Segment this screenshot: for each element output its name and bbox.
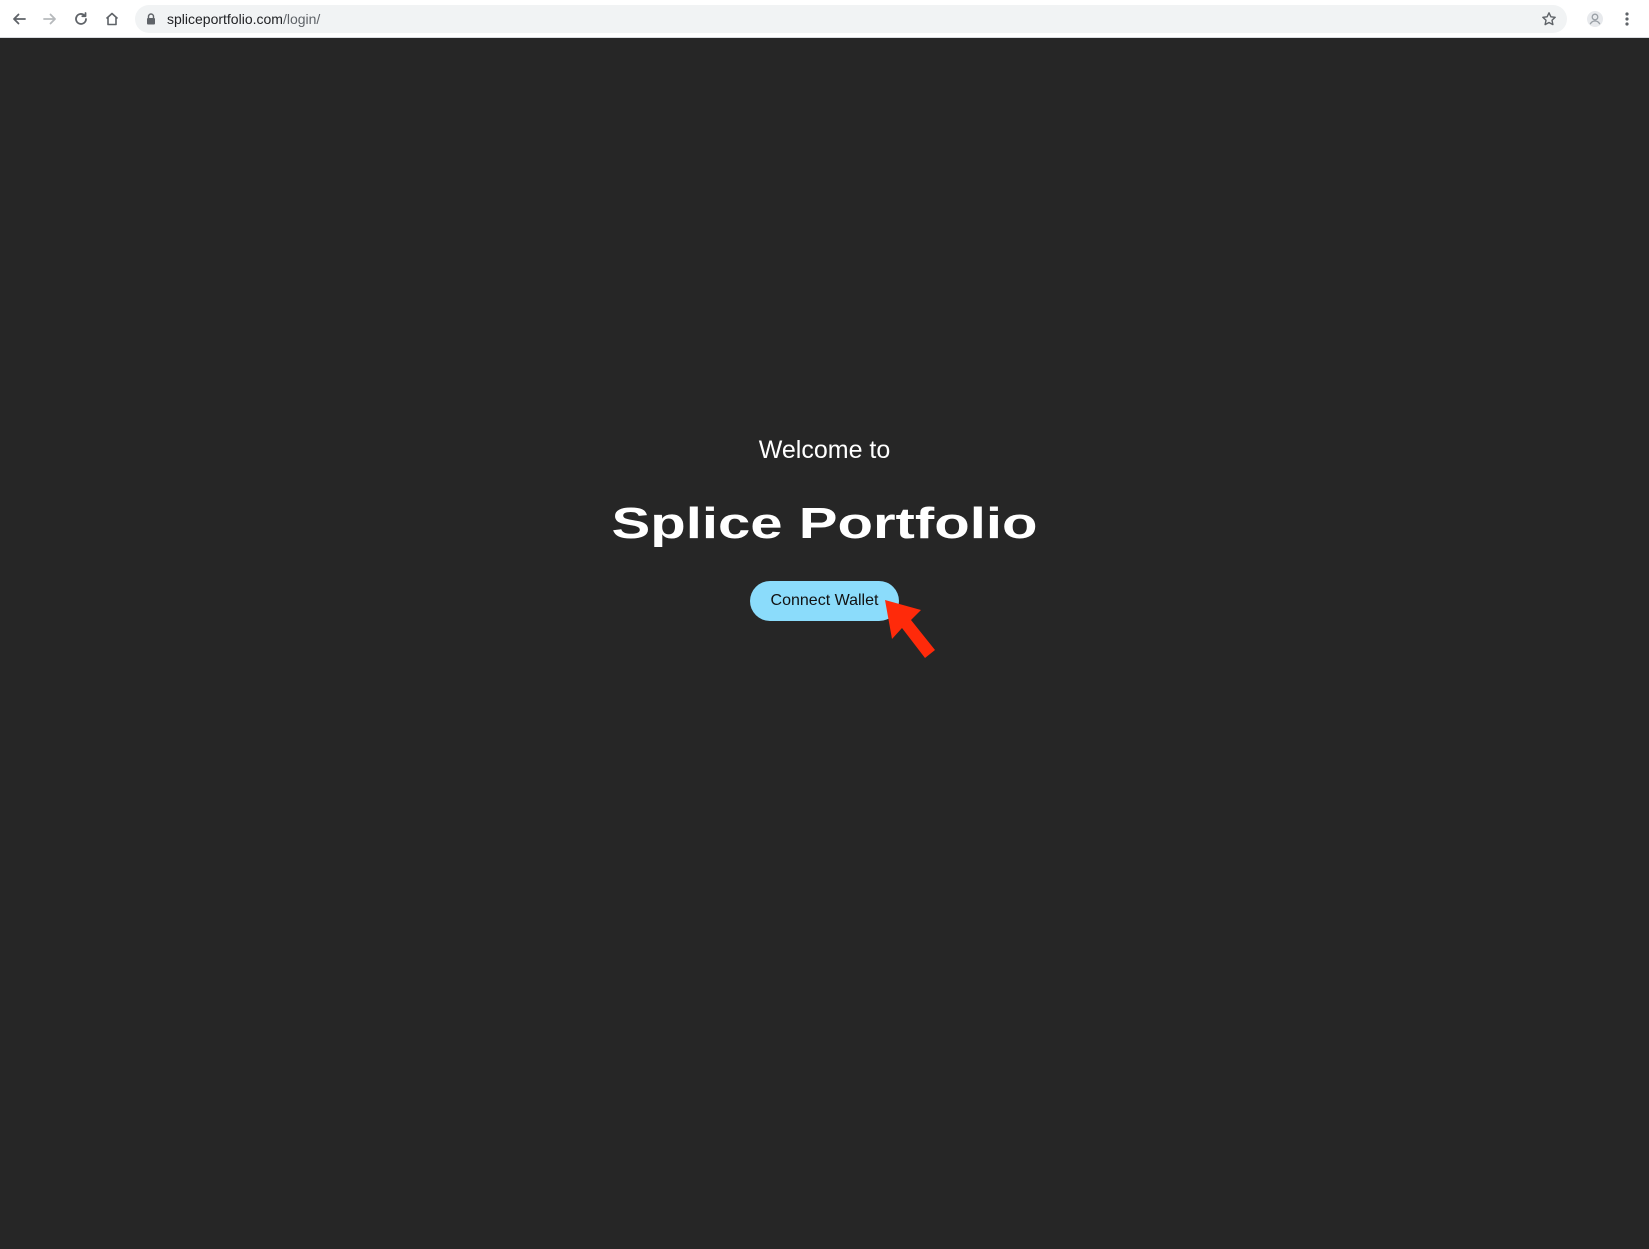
reload-icon [75, 12, 87, 25]
annotation-arrow-icon [885, 600, 935, 658]
forward-button[interactable] [38, 7, 62, 31]
profile-button[interactable] [1583, 7, 1607, 31]
url-host: spliceportfolio.com [167, 11, 283, 27]
back-arrow-icon [13, 13, 26, 25]
reload-button[interactable] [69, 7, 93, 31]
home-icon [105, 12, 119, 26]
welcome-text: Welcome to [758, 436, 891, 464]
lock-icon [145, 12, 157, 26]
login-page: Welcome to Splice Portfolio Connect Wall… [0, 38, 1649, 1249]
kebab-menu-icon [1625, 12, 1629, 26]
address-bar[interactable]: spliceportfolio.com/login/ [135, 5, 1567, 33]
address-url[interactable]: spliceportfolio.com/login/ [167, 11, 320, 27]
back-button[interactable] [7, 7, 31, 31]
brand-title: Splice Portfolio [611, 499, 1038, 548]
star-icon [1542, 12, 1556, 26]
url-path: /login/ [282, 11, 321, 27]
connect-wallet-button[interactable]: Connect Wallet [750, 581, 899, 621]
forward-arrow-icon [43, 13, 56, 25]
browser-menu-button[interactable] [1615, 7, 1639, 31]
browser-toolbar: spliceportfolio.com/login/ [0, 0, 1649, 38]
bookmark-button[interactable] [1539, 9, 1559, 29]
profile-icon [1587, 11, 1603, 27]
home-button[interactable] [100, 7, 124, 31]
